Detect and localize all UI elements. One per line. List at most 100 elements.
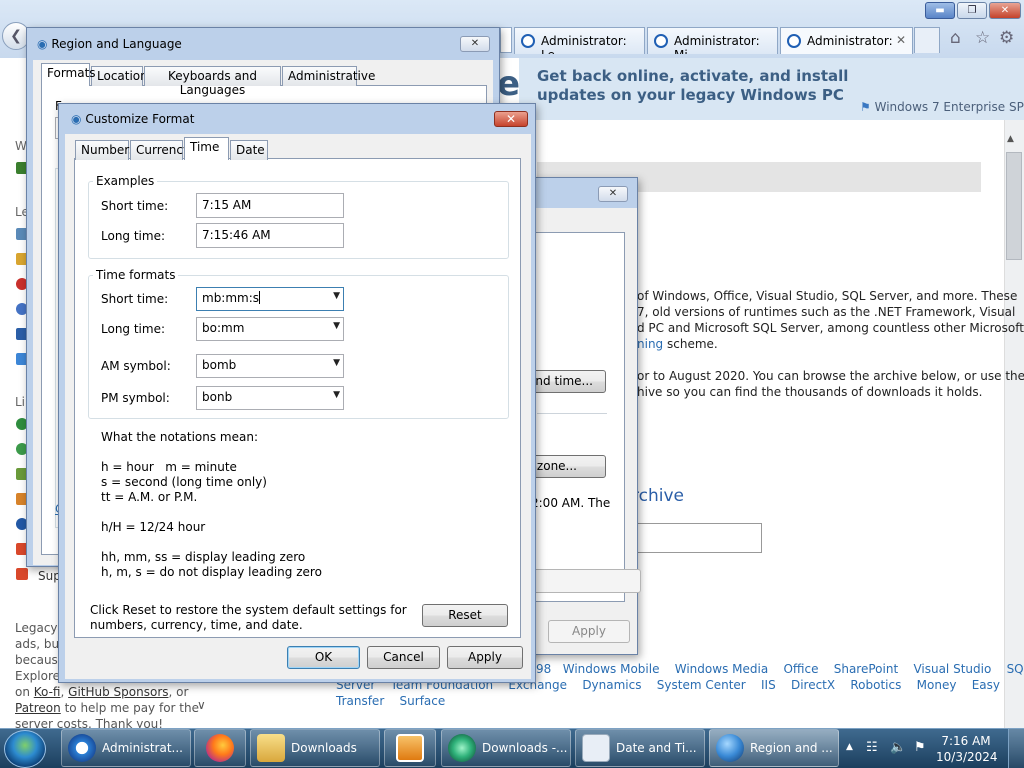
tag-link[interactable]: SQL xyxy=(1007,662,1024,676)
address-bar-fragment[interactable] xyxy=(500,27,512,53)
dropdown-arrow-icon[interactable]: ▼ xyxy=(333,358,340,368)
browser-tab-1[interactable]: Administrator: Le... xyxy=(514,27,645,54)
dialog-close-button[interactable]: ✕ xyxy=(460,36,490,52)
dropdown-arrow-icon[interactable]: ▼ xyxy=(333,291,340,301)
ie-page-icon xyxy=(654,34,668,48)
show-desktop-button[interactable] xyxy=(1008,729,1024,768)
taskbar-item-media-player[interactable] xyxy=(384,729,436,767)
windows-flag-icon: ⚑ xyxy=(860,100,871,114)
taskbar-item-region-language[interactable]: Region and ... xyxy=(709,729,839,767)
tab-time[interactable]: Time xyxy=(184,137,229,160)
short-time-combo[interactable]: mb:mm:s ▼ xyxy=(196,287,344,311)
dialog-partial-button[interactable] xyxy=(521,569,641,593)
tag-link[interactable]: Windows Media xyxy=(675,662,768,676)
dropdown-arrow-icon[interactable]: ▼ xyxy=(333,390,340,400)
scrollbar-thumb[interactable] xyxy=(1006,152,1022,260)
globe-icon: ◉ xyxy=(71,112,82,126)
tab-formats[interactable]: Formats xyxy=(41,63,96,86)
show-hidden-icons-arrow[interactable]: ▲ xyxy=(846,742,853,752)
pm-symbol-combo[interactable]: bonb ▼ xyxy=(196,386,344,410)
ie-icon xyxy=(68,734,96,762)
paragraph-line: of Windows, Office, Visual Studio, SQL S… xyxy=(637,289,1018,303)
tab-administrative[interactable]: Administrative xyxy=(282,66,375,86)
globe-icon xyxy=(716,734,744,762)
banner-line-2: updates on your legacy Windows PC xyxy=(537,86,844,104)
taskbar-item-firefox[interactable] xyxy=(194,729,246,767)
sidebar-icon[interactable] xyxy=(16,568,28,580)
tab-keyboards[interactable]: Keyboards and Languages xyxy=(144,66,281,97)
page-banner: Get back online, activate, and install u… xyxy=(519,58,1024,120)
tag-link[interactable]: IIS xyxy=(761,678,776,692)
tag-link[interactable]: DirectX xyxy=(791,678,835,692)
tag-link[interactable]: Visual Studio xyxy=(913,662,991,676)
kofi-link[interactable]: Ko-fi xyxy=(34,685,61,699)
tag-link[interactable]: 98 xyxy=(536,662,551,676)
action-center-flag-icon[interactable]: ⚑ xyxy=(914,740,926,755)
tag-link[interactable]: Transfer xyxy=(336,694,384,708)
notation-line: h/H = 12/24 hour xyxy=(101,520,206,534)
dialog-close-button[interactable]: ✕ xyxy=(494,111,528,127)
tag-link[interactable]: Easy xyxy=(972,678,1000,692)
volume-muted-icon[interactable]: 🔈 xyxy=(890,740,906,755)
taskbar-item-downloads-folder[interactable]: Downloads xyxy=(250,729,380,767)
paragraph-line: or to August 2020. You can browse the ar… xyxy=(637,369,1024,383)
tab-numbers[interactable]: Numbers xyxy=(75,140,135,160)
start-button[interactable] xyxy=(4,730,46,768)
taskbar-item-downloads-app[interactable]: Downloads -... xyxy=(441,729,571,767)
close-button[interactable]: ✕ xyxy=(989,2,1021,19)
am-symbol-label: AM symbol: xyxy=(101,359,171,373)
tag-link[interactable]: System Center xyxy=(657,678,746,692)
paragraph-line: hive so you can find the thousands of do… xyxy=(637,385,983,399)
minimize-button[interactable]: ▬ xyxy=(925,2,955,19)
tag-link[interactable]: Office xyxy=(783,662,818,676)
media-player-icon xyxy=(396,734,424,762)
notation-line: h, m, s = do not display leading zero xyxy=(101,565,322,579)
notation-line: tt = A.M. or P.M. xyxy=(101,490,198,504)
tag-link[interactable]: Money xyxy=(917,678,957,692)
tag-link[interactable]: Surface xyxy=(400,694,446,708)
notation-line: hh, mm, ss = display leading zero xyxy=(101,550,306,564)
dropdown-arrow-icon[interactable]: ▼ xyxy=(333,321,340,331)
taskbar-item-ie[interactable]: Administrat... xyxy=(61,729,191,767)
paragraph-line: 7, old versions of runtimes such as the … xyxy=(637,305,1016,319)
tab-page xyxy=(521,232,625,602)
tag-link[interactable]: Robotics xyxy=(850,678,901,692)
new-tab-button[interactable] xyxy=(914,27,940,53)
long-time-combo[interactable]: bo:mm ▼ xyxy=(196,317,344,341)
paragraph-line: d PC and Microsoft SQL Server, among cou… xyxy=(637,321,1024,335)
tab-date[interactable]: Date xyxy=(230,140,268,160)
tag-link[interactable]: Windows Mobile xyxy=(563,662,660,676)
system-clock[interactable]: 7:16 AM 10/3/2024 xyxy=(936,733,998,765)
apply-button[interactable]: Apply xyxy=(447,646,523,669)
ok-button[interactable]: OK xyxy=(287,646,360,669)
taskbar-item-date-time[interactable]: Date and Ti... xyxy=(575,729,705,767)
tools-gear-icon[interactable]: ⚙ xyxy=(999,28,1014,48)
browser-tab-2[interactable]: Administrator: Mi... xyxy=(647,27,778,54)
ning-link[interactable]: ning xyxy=(637,337,663,351)
patreon-link[interactable]: Patreon xyxy=(15,701,61,715)
paragraph-line: ning scheme. xyxy=(637,337,718,351)
browser-tab-3[interactable]: Administrator: ...✕ xyxy=(780,27,913,54)
cancel-button[interactable]: Cancel xyxy=(367,646,440,669)
tag-link[interactable]: Dynamics xyxy=(582,678,641,692)
favorites-star-icon[interactable]: ☆ xyxy=(975,28,990,48)
tab-currency[interactable]: Currency xyxy=(130,140,190,160)
reset-button[interactable]: Reset xyxy=(422,604,508,627)
reset-description: Click Reset to restore the system defaul… xyxy=(90,603,407,632)
globe-icon: ◉ xyxy=(37,37,48,51)
tab-close-icon[interactable]: ✕ xyxy=(896,33,906,47)
example-short-label: Short time: xyxy=(101,199,169,213)
restore-button[interactable]: ❐ xyxy=(957,2,987,19)
divider xyxy=(537,413,607,414)
folder-icon xyxy=(257,734,285,762)
dialog-close-button[interactable]: ✕ xyxy=(598,186,628,202)
archive-search-input[interactable] xyxy=(632,523,762,553)
tag-link[interactable]: SharePoint xyxy=(834,662,898,676)
network-icon[interactable]: ☷ xyxy=(866,740,878,755)
github-sponsors-link[interactable]: GitHub Sponsors xyxy=(68,685,168,699)
tab-location[interactable]: Location xyxy=(91,66,148,86)
am-symbol-combo[interactable]: bomb ▼ xyxy=(196,354,344,378)
home-icon[interactable]: ⌂ xyxy=(950,28,961,48)
scroll-up-arrow[interactable]: ▲ xyxy=(1007,134,1014,144)
archive-heading: rchive xyxy=(632,486,684,506)
